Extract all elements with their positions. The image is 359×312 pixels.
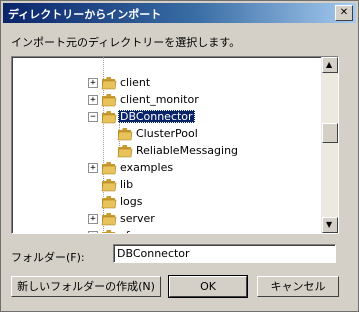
expand-icon[interactable]: + [88,231,98,233]
expand-icon[interactable]: + [88,95,98,105]
tree-item-label: examples [120,161,174,174]
close-icon: ✕ [339,7,349,18]
folder-icon [101,196,117,209]
expand-icon[interactable]: + [88,163,98,173]
folder-icon [101,94,117,107]
new-folder-button[interactable]: 新しいフォルダーの作成(N) [11,276,161,297]
tree-item[interactable]: + examples [12,159,321,176]
folder-icon [101,111,117,124]
cancel-button[interactable]: キャンセル [257,276,339,297]
expand-icon[interactable]: + [88,78,98,88]
folder-field-label: フォルダー(F): [11,251,85,264]
tree-item-label: DBConnector [118,110,195,123]
arrow-up-icon: ▲ [326,60,333,69]
tree-item[interactable]: logs [12,193,321,210]
folder-icon [117,145,133,158]
tree-item-label: server [120,212,155,225]
import-directory-dialog: ディレクトリーからインポート ✕ インポート元のディレクトリーを選択します。 +… [0,0,359,312]
title-bar[interactable]: ディレクトリーからインポート ✕ [3,3,356,23]
vertical-scrollbar[interactable]: ▲ ▼ [321,57,338,233]
instruction-text: インポート元のディレクトリーを選択します。 [11,36,241,49]
tree-item-label: client_monitor [120,93,199,106]
expand-icon[interactable]: + [88,214,98,224]
folder-name-input[interactable] [113,244,336,263]
tree-item[interactable]: + sfo [12,227,321,233]
folder-icon [117,128,133,141]
folder-icon [102,230,115,233]
tree-item[interactable]: + server [12,210,321,227]
close-button[interactable]: ✕ [335,5,353,21]
folder-icon [101,179,117,192]
tree-item-label: ReliableMessaging [136,144,239,157]
tree-item[interactable]: + client [12,74,321,91]
collapse-icon[interactable]: − [88,112,98,122]
tree-item-label: ClusterPool [136,127,198,140]
scroll-thumb[interactable] [322,123,338,143]
folder-icon [101,162,117,175]
tree-item[interactable]: − DBConnector [12,108,321,125]
tree-item[interactable]: ReliableMessaging [12,142,321,159]
tree-item-label: sfo [118,229,138,233]
tree-item[interactable]: lib [12,176,321,193]
scroll-down-button[interactable]: ▼ [322,217,338,233]
tree-item[interactable]: ClusterPool [12,125,321,142]
tree-item-label: lib [120,178,134,191]
tree-item-label: logs [120,195,143,208]
scroll-up-button[interactable]: ▲ [322,57,338,73]
tree-item[interactable]: + client_monitor [12,91,321,108]
arrow-down-icon: ▼ [326,220,333,229]
folder-icon [101,213,117,226]
ok-button[interactable]: OK [168,275,248,298]
tree-item-label: client [120,76,151,89]
dialog-title: ディレクトリーからインポート [8,8,162,21]
folder-tree[interactable]: + client + client_monitor − DBConnector Cluste… [11,56,339,234]
folder-icon [101,77,117,90]
